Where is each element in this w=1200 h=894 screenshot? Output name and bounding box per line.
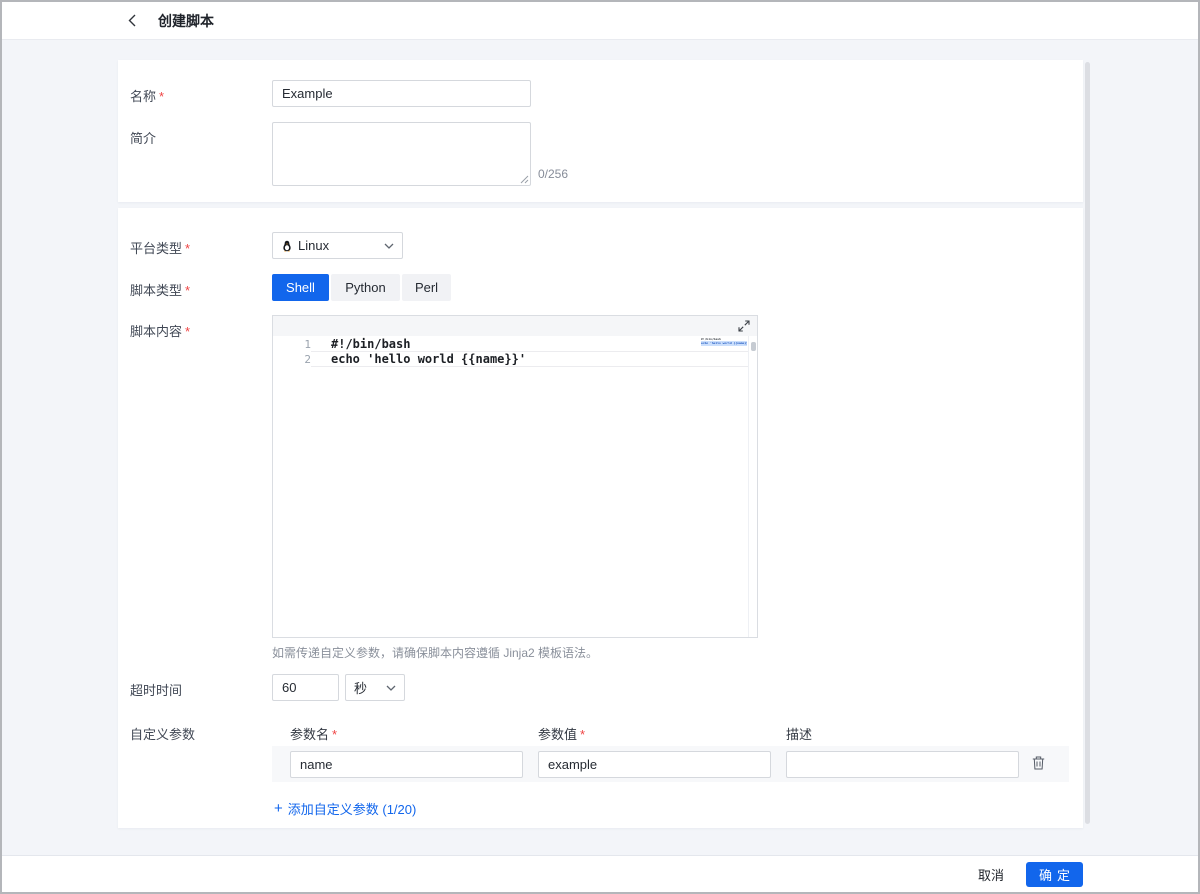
param-value-input[interactable] xyxy=(538,751,771,778)
timeout-label: 超时时间 xyxy=(130,680,182,699)
param-desc-input[interactable] xyxy=(786,751,1019,778)
page-footer: 取消 确定 xyxy=(2,855,1198,892)
linux-tux-icon xyxy=(281,240,293,252)
script-type-label: 脚本类型* xyxy=(130,280,190,299)
code-editor[interactable]: 1 #!/bin/bash 2 echo 'hello world {{name… xyxy=(272,315,758,638)
timeout-unit-value: 秒 xyxy=(354,678,367,697)
line-number: 1 xyxy=(273,337,311,352)
line-number: 2 xyxy=(273,352,311,367)
required-mark: * xyxy=(332,727,337,742)
code-line: 1 #!/bin/bash xyxy=(273,337,757,352)
cancel-button[interactable]: 取消 xyxy=(978,865,1004,884)
param-name-column-header: 参数名* xyxy=(290,724,337,743)
platform-label: 平台类型* xyxy=(130,238,190,257)
script-type-option-perl[interactable]: Perl xyxy=(402,274,451,301)
add-param-link[interactable]: + 添加自定义参数 (1/20) xyxy=(274,799,416,818)
code-line: 2 echo 'hello world {{name}}' xyxy=(273,352,757,367)
plus-icon: + xyxy=(274,800,283,817)
minimap-highlighted-line: echo 'hello world {{name}}' xyxy=(701,341,747,346)
intro-label: 简介 xyxy=(130,128,156,147)
page-header: 创建脚本 xyxy=(2,2,1198,40)
timeout-input[interactable] xyxy=(272,674,339,701)
param-name-input[interactable] xyxy=(290,751,523,778)
code-lines: 1 #!/bin/bash 2 echo 'hello world {{name… xyxy=(273,337,757,367)
editor-scrollbar-thumb[interactable] xyxy=(751,342,756,351)
add-param-label: 添加自定义参数 (1/20) xyxy=(288,799,417,818)
platform-select[interactable]: Linux xyxy=(272,232,403,259)
page-title: 创建脚本 xyxy=(158,11,214,31)
jinja2-hint-text: 如需传递自定义参数，请确保脚本内容遵循 Jinja2 模板语法。 xyxy=(272,644,598,661)
required-mark: * xyxy=(159,89,164,104)
chevron-down-icon xyxy=(384,243,394,249)
script-type-option-shell[interactable]: Shell xyxy=(272,274,329,301)
param-value-column-header: 参数值* xyxy=(538,724,585,743)
back-button[interactable] xyxy=(128,14,136,27)
delete-param-button[interactable] xyxy=(1032,756,1045,770)
fullscreen-expand-icon[interactable] xyxy=(738,320,750,332)
required-mark: * xyxy=(580,727,585,742)
script-content-label: 脚本内容* xyxy=(130,321,190,340)
param-row xyxy=(272,746,1069,782)
back-chevron-icon xyxy=(128,14,136,27)
create-script-page: 创建脚本 名称* 简介 0/256 平台类型* Linux xyxy=(0,0,1200,894)
platform-value: Linux xyxy=(298,238,329,253)
intro-textarea-wrap xyxy=(272,122,531,186)
code-text: echo 'hello world {{name}}' xyxy=(311,352,748,367)
name-input[interactable] xyxy=(272,80,531,107)
editor-minimap: #!/bin/bash echo 'hello world {{name}}' xyxy=(701,337,747,346)
trash-icon xyxy=(1032,756,1045,770)
page-scrollbar-thumb[interactable] xyxy=(1085,62,1090,824)
required-mark: * xyxy=(185,324,190,339)
basic-info-card: 名称* 简介 0/256 xyxy=(118,60,1083,202)
char-counter: 0/256 xyxy=(538,167,568,181)
required-mark: * xyxy=(185,241,190,256)
name-label: 名称* xyxy=(130,86,164,105)
required-mark: * xyxy=(185,283,190,298)
intro-textarea[interactable] xyxy=(272,122,531,186)
code-text: #!/bin/bash xyxy=(311,337,748,352)
chevron-down-icon xyxy=(386,685,396,691)
custom-params-label: 自定义参数 xyxy=(130,724,195,743)
script-config-card: 平台类型* Linux 脚本类型* Shell Python Perl 脚本内容… xyxy=(118,208,1083,828)
confirm-button[interactable]: 确定 xyxy=(1026,862,1083,887)
param-desc-column-header: 描述 xyxy=(786,724,812,743)
editor-toolbar xyxy=(273,316,757,336)
editor-scrollbar-track xyxy=(748,336,749,637)
timeout-unit-select[interactable]: 秒 xyxy=(345,674,405,701)
script-type-option-python[interactable]: Python xyxy=(331,274,400,301)
